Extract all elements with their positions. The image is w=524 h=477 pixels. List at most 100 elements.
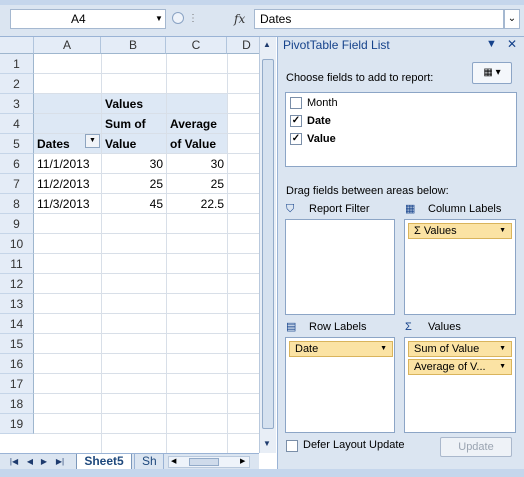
pivot-values-header[interactable]: Values (105, 94, 143, 114)
pivot-sum-cell[interactable]: 25 (101, 174, 163, 194)
name-box[interactable]: A4 (10, 9, 166, 29)
pivot-col-header[interactable]: of Value (170, 134, 216, 154)
report-filter-area[interactable] (285, 219, 395, 315)
splitter-dots-icon[interactable]: ⋮ (188, 9, 198, 29)
scroll-up-icon[interactable]: ▲ (263, 40, 271, 49)
column-labels-area[interactable]: Σ Values ▼ (404, 219, 516, 315)
column-header-a[interactable]: A (34, 37, 101, 54)
chevron-down-icon[interactable]: ▼ (499, 360, 506, 374)
select-all-corner[interactable] (0, 37, 34, 54)
chevron-down-icon[interactable]: ▼ (499, 342, 506, 356)
pivot-sum-cell[interactable]: 45 (101, 194, 163, 214)
scroll-down-icon[interactable]: ▼ (263, 439, 271, 448)
last-sheet-icon[interactable]: ▶| (54, 455, 66, 468)
gridline (34, 113, 259, 114)
pivot-col-header[interactable]: Average (170, 114, 217, 134)
field-label: Month (307, 97, 338, 109)
gridline (34, 353, 259, 354)
row-labels-area[interactable]: Date ▼ (285, 337, 395, 433)
row-header[interactable]: 4 (0, 114, 34, 134)
checkbox[interactable] (290, 97, 302, 109)
row-header[interactable]: 8 (0, 194, 34, 214)
checkbox-checked[interactable]: ✓ (290, 133, 302, 145)
pill-label: Values (423, 225, 457, 237)
pivot-col-header[interactable]: Value (105, 134, 136, 154)
row-header[interactable]: 11 (0, 254, 34, 274)
gridline (34, 293, 259, 294)
formula-bar: A4 ▼ ⋮ fx Dates ⌄ (0, 0, 524, 37)
pivot-date-cell[interactable]: 11/1/2013 (37, 154, 90, 174)
pivot-col-header[interactable]: Sum of (105, 114, 146, 134)
insert-function-button[interactable]: fx (234, 9, 245, 29)
expand-formula-bar-icon[interactable]: ⌄ (504, 9, 520, 29)
row-header[interactable]: 9 (0, 214, 34, 234)
field-layout-button[interactable]: ▦ ▾ (472, 62, 512, 84)
row-header[interactable]: 6 (0, 154, 34, 174)
checkbox-checked[interactable]: ✓ (290, 115, 302, 127)
next-sheet-icon[interactable]: ▶ (38, 455, 50, 468)
worksheet-grid[interactable]: A B C D 1 2 3 4 5 6 7 8 9 10 11 12 13 14 15 16 17 18 19 Va… (0, 37, 259, 453)
row-header[interactable]: 7 (0, 174, 34, 194)
pivot-sum-cell[interactable]: 30 (101, 154, 163, 174)
pivot-avg-cell[interactable]: 30 (166, 154, 224, 174)
gridline (34, 413, 259, 414)
row-header[interactable]: 18 (0, 394, 34, 414)
scroll-right-icon[interactable]: ▶ (240, 457, 245, 465)
column-field-pill[interactable]: Σ Values ▼ (408, 223, 512, 239)
pane-options-icon[interactable]: ▼ (486, 38, 497, 50)
sigma-icon: Σ (405, 321, 412, 333)
row-header[interactable]: 15 (0, 334, 34, 354)
gridline (34, 73, 259, 74)
row-header[interactable]: 10 (0, 234, 34, 254)
sheet-tab-bar: |◀ ◀ ▶ ▶| Sheet5 Sh ◀ ▶ (0, 453, 259, 470)
chevron-down-icon[interactable]: ▼ (499, 224, 506, 238)
filter-dropdown-icon[interactable]: ▼ (85, 134, 100, 148)
row-header[interactable]: 3 (0, 94, 34, 114)
pivot-row-label[interactable]: Dates (37, 134, 70, 154)
row-labels-label: Row Labels (309, 321, 367, 333)
formula-toggle-icon[interactable] (172, 12, 184, 24)
close-icon[interactable]: ✕ (507, 37, 517, 51)
pivot-date-cell[interactable]: 11/2/2013 (37, 174, 90, 194)
formula-input[interactable]: Dates (254, 9, 504, 29)
value-field-pill[interactable]: Average of V... ▼ (408, 359, 512, 375)
chevron-down-icon[interactable]: ▼ (152, 9, 166, 29)
update-button[interactable]: Update (440, 437, 512, 457)
column-header-c[interactable]: C (166, 37, 227, 54)
row-header[interactable]: 14 (0, 314, 34, 334)
sheet-tab-active[interactable]: Sheet5 (76, 454, 132, 470)
vertical-scrollbar[interactable]: ▲ ▼ (259, 37, 276, 453)
gridline (34, 393, 259, 394)
value-field-pill[interactable]: Sum of Value ▼ (408, 341, 512, 357)
first-sheet-icon[interactable]: |◀ (8, 455, 20, 468)
row-header[interactable]: 1 (0, 54, 34, 74)
gridline (34, 433, 259, 434)
scroll-thumb[interactable] (262, 59, 274, 429)
gridline (34, 373, 259, 374)
pivot-date-cell[interactable]: 11/3/2013 (37, 194, 90, 214)
pivot-avg-cell[interactable]: 22.5 (166, 194, 224, 214)
column-header-b[interactable]: B (101, 37, 166, 54)
scroll-thumb[interactable] (189, 458, 219, 466)
row-header[interactable]: 12 (0, 274, 34, 294)
row-header[interactable]: 2 (0, 74, 34, 94)
pivot-avg-cell[interactable]: 25 (166, 174, 224, 194)
defer-layout-checkbox[interactable] (286, 440, 298, 452)
sheet-tab[interactable]: Sh (134, 454, 164, 470)
row-header[interactable]: 19 (0, 414, 34, 434)
pill-label: Average of V... (414, 361, 486, 373)
horizontal-scrollbar[interactable]: ◀ ▶ (168, 456, 250, 468)
prev-sheet-icon[interactable]: ◀ (24, 455, 36, 468)
chevron-down-icon[interactable]: ▼ (380, 342, 387, 356)
row-header[interactable]: 16 (0, 354, 34, 374)
field-label: Date (307, 115, 331, 127)
values-area[interactable]: Sum of Value ▼ Average of V... ▼ (404, 337, 516, 433)
column-header-d[interactable]: D (227, 37, 259, 54)
row-header[interactable]: 5 (0, 134, 34, 154)
row-field-pill[interactable]: Date ▼ (289, 341, 393, 357)
column-labels-icon: ▦ (405, 203, 416, 215)
report-filter-label: Report Filter (309, 203, 370, 215)
row-header[interactable]: 17 (0, 374, 34, 394)
row-header[interactable]: 13 (0, 294, 34, 314)
scroll-left-icon[interactable]: ◀ (171, 457, 176, 465)
